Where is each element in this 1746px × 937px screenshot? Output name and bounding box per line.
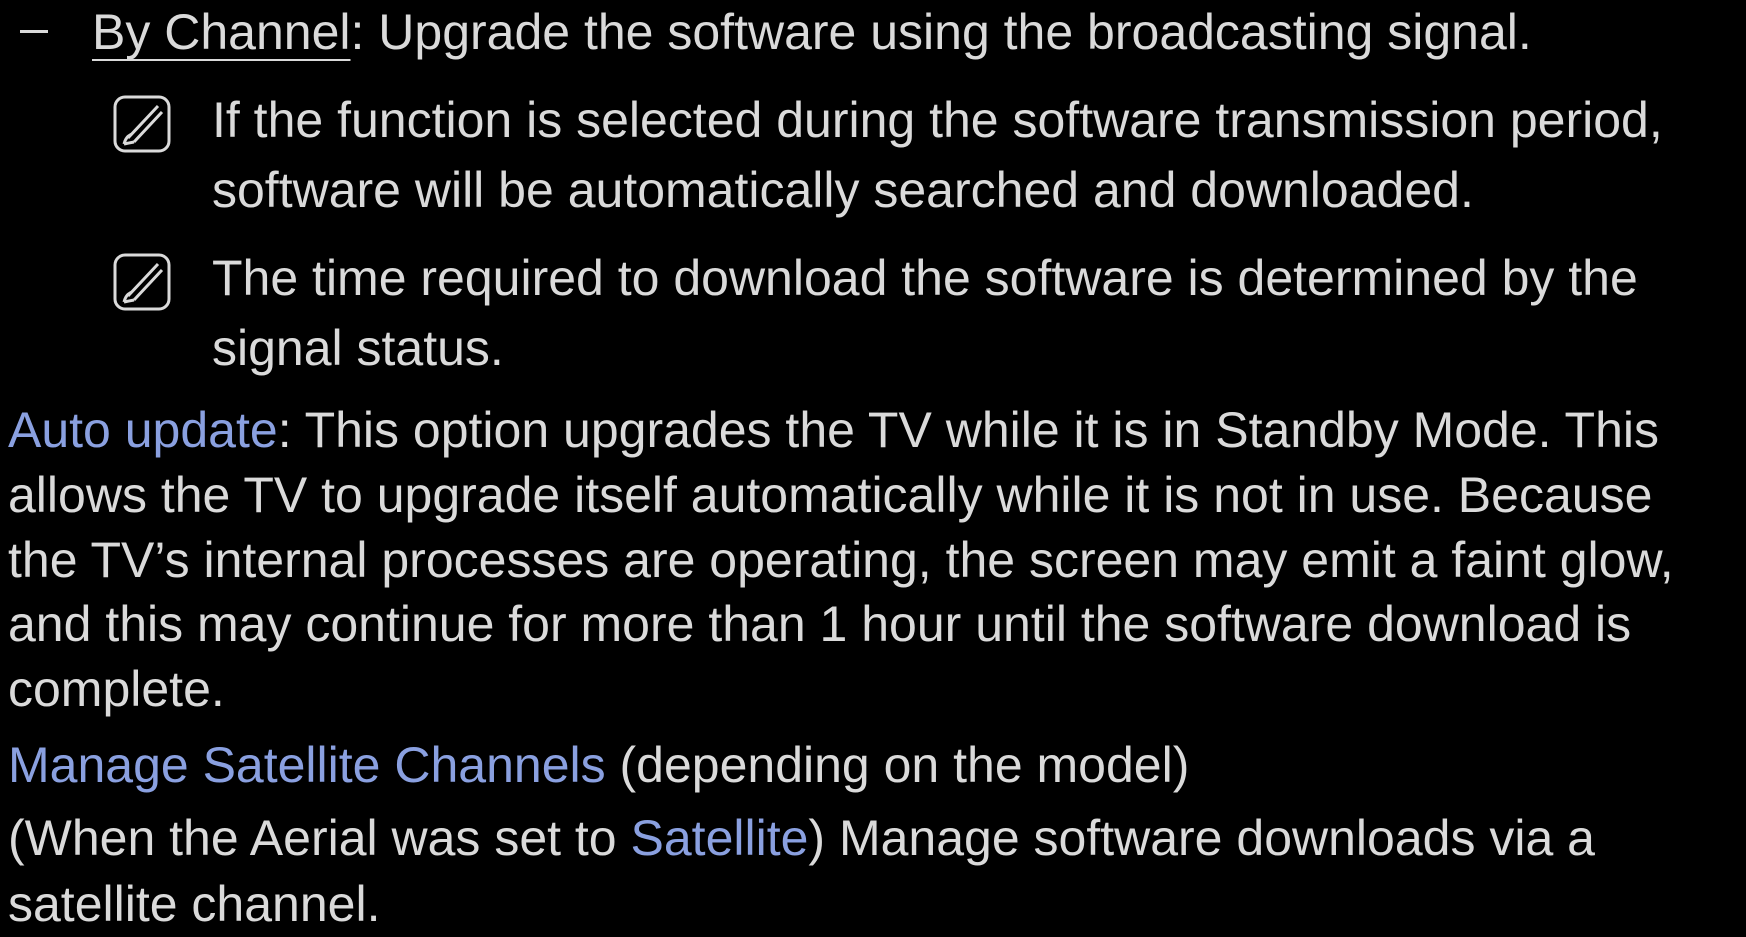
auto-update-line-3: the TV’s internal processes are operatin… (8, 532, 1674, 588)
note-icon (112, 252, 172, 312)
manage-satellite-desc-line-2: satellite channel. (8, 876, 381, 932)
manage-satellite-desc-prefix: (When the Aerial was set to (8, 810, 631, 866)
manage-satellite-desc-line-1: (When the Aerial was set to Satellite) M… (8, 806, 1595, 871)
note-2-line-1: The time required to download the softwa… (212, 250, 1638, 306)
manage-satellite-heading: Manage Satellite Channels (depending on … (8, 733, 1189, 798)
auto-update-title: Auto update (8, 402, 278, 458)
manage-satellite-qualifier: (depending on the model) (605, 737, 1190, 793)
auto-update-line-1: Auto update: This option upgrades the TV… (8, 398, 1659, 463)
auto-update-line-2: allows the TV to upgrade itself automati… (8, 467, 1653, 523)
auto-update-intro: : This option upgrades the TV while it i… (277, 402, 1660, 458)
bullet-dash (20, 30, 48, 33)
satellite-option: Satellite (630, 810, 809, 866)
note-icon (112, 94, 172, 154)
manage-satellite-desc-suffix: ) Manage software downloads via a (808, 810, 1595, 866)
manage-satellite-title: Manage Satellite Channels (8, 737, 606, 793)
note-1-line-1: If the function is selected during the s… (212, 92, 1663, 148)
by-channel-link[interactable]: By Channel (92, 4, 351, 60)
auto-update-line-5: complete. (8, 661, 225, 717)
note-2-line-2: signal status. (212, 320, 504, 376)
auto-update-line-4: and this may continue for more than 1 ho… (8, 596, 1632, 652)
note-1-line-2: software will be automatically searched … (212, 162, 1474, 218)
by-channel-item: By Channel: Upgrade the software using t… (92, 0, 1532, 65)
by-channel-description: : Upgrade the software using the broadca… (350, 4, 1532, 60)
